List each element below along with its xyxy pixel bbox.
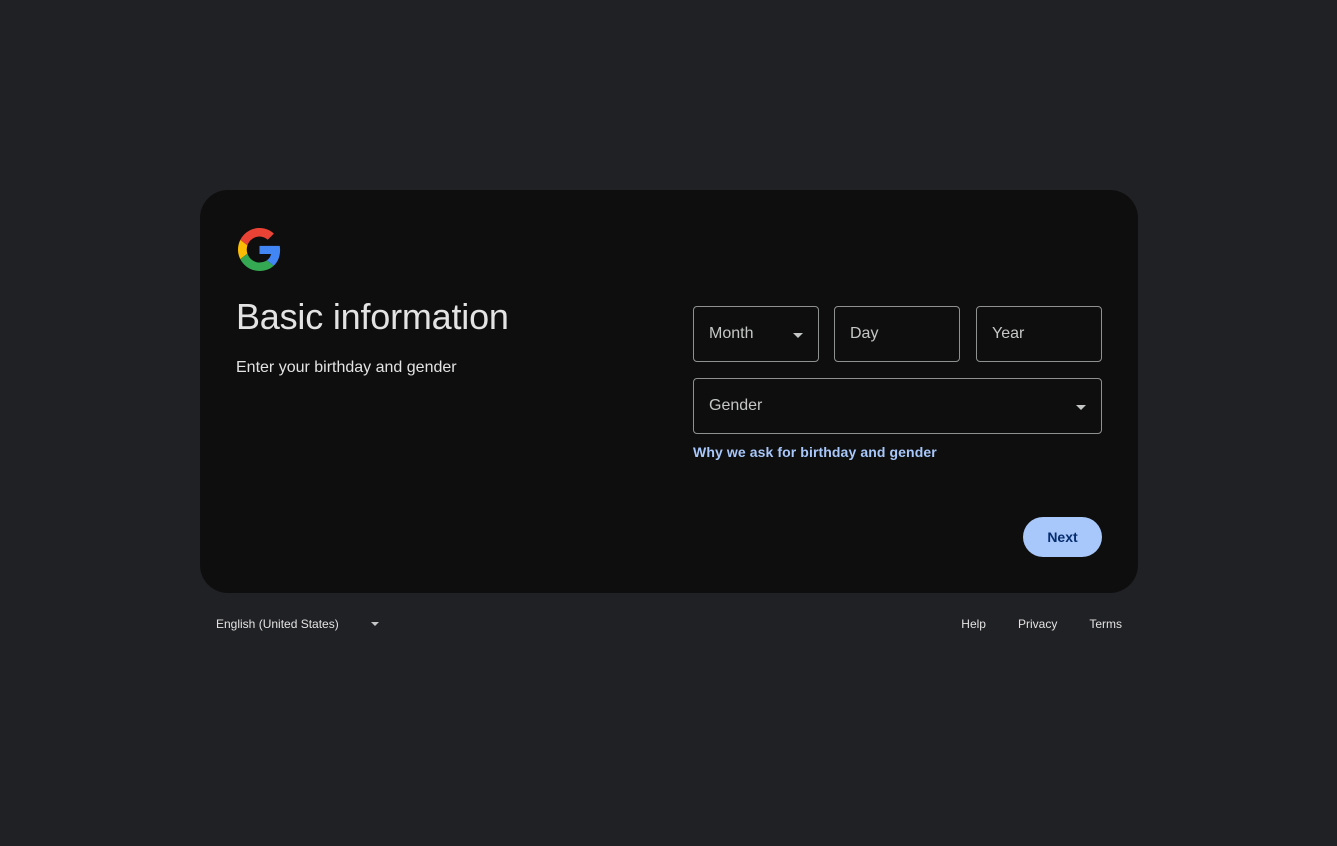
language-label: English (United States) — [216, 617, 339, 631]
chevron-down-icon — [1076, 405, 1086, 410]
privacy-link[interactable]: Privacy — [1018, 617, 1057, 631]
page-subtitle: Enter your birthday and gender — [236, 359, 457, 376]
why-we-ask-link[interactable]: Why we ask for birthday and gender — [693, 444, 937, 460]
day-field[interactable] — [834, 306, 960, 362]
google-logo-icon — [238, 228, 281, 271]
signup-card: Basic information Enter your birthday an… — [200, 190, 1138, 593]
language-selector[interactable]: English (United States) — [216, 617, 379, 631]
month-select-label: Month — [709, 325, 754, 342]
footer: English (United States) Help Privacy Ter… — [200, 612, 1138, 636]
year-input[interactable] — [992, 325, 1101, 343]
day-input[interactable] — [850, 325, 959, 343]
terms-link[interactable]: Terms — [1089, 617, 1122, 631]
help-link[interactable]: Help — [961, 617, 986, 631]
chevron-down-icon — [793, 333, 803, 338]
next-button[interactable]: Next — [1023, 517, 1102, 557]
month-select[interactable]: Month — [693, 306, 819, 362]
chevron-down-icon — [370, 622, 379, 626]
footer-links: Help Privacy Terms — [961, 617, 1122, 631]
gender-select[interactable]: Gender — [693, 378, 1102, 434]
gender-select-label: Gender — [709, 397, 763, 414]
page-title: Basic information — [236, 296, 509, 337]
year-field[interactable] — [976, 306, 1102, 362]
